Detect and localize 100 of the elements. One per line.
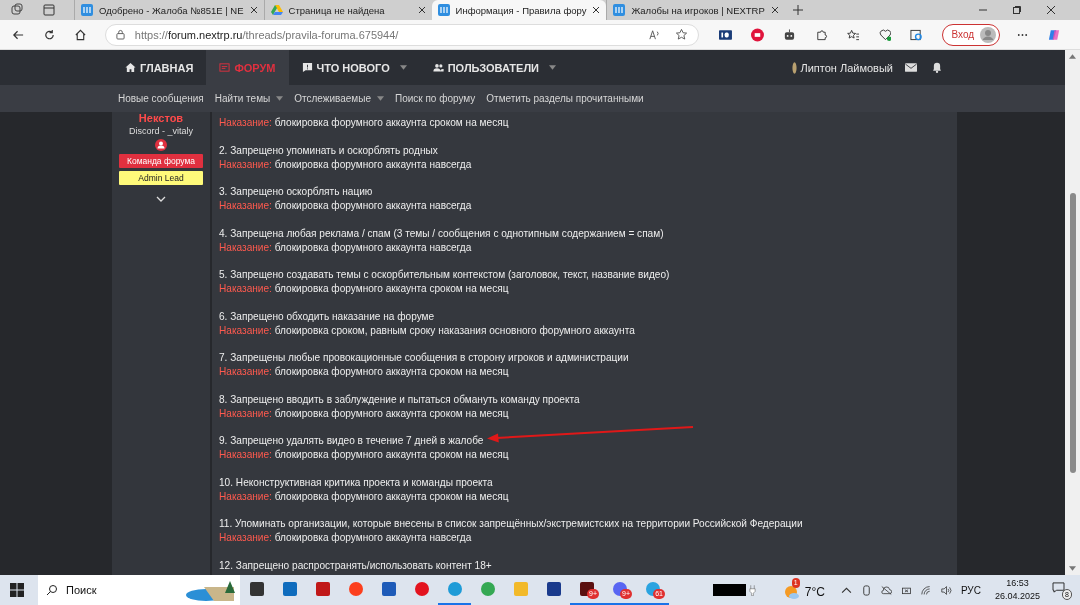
penalty-text: Наказание: блокировка сроком, равным сроку наказания основного форумного аккаунта (219, 323, 635, 338)
read-aloud-icon[interactable] (647, 28, 661, 41)
home-icon (125, 62, 136, 73)
sign-in-button[interactable]: Вход (942, 23, 1001, 46)
rule-text: 3. Запрещено оскорблять нацию (219, 185, 373, 199)
app-icon (413, 581, 430, 597)
app-icon (347, 581, 364, 597)
puzzle-icon[interactable] (814, 27, 828, 42)
tab-actions-icon[interactable] (42, 3, 56, 17)
cloud-off-icon[interactable] (880, 584, 892, 596)
app-icon (281, 581, 298, 597)
user-banner: Команда форума (119, 154, 203, 168)
rule-text: 9. Запрещено удалять видео в течение 7 дней в жалобе (219, 434, 484, 448)
sun-cloud-icon (783, 584, 800, 600)
network-icon[interactable] (900, 584, 912, 596)
address-bar[interactable]: https://forum.nextrp.ru/threads/pravila-foruma.675944/ (104, 23, 699, 46)
subnav-link[interactable]: Новые сообщения (118, 93, 204, 104)
rule-text: 6. Запрещено обходить наказание на форуме (219, 309, 435, 324)
browser-tab[interactable]: Информация - Правила фору (431, 0, 607, 20)
url-text: https://forum.nextrp.ru/threads/pravila-foruma.675944/ (134, 28, 399, 41)
app-icon (380, 581, 397, 597)
app-icon (644, 581, 661, 597)
app-icon (248, 581, 265, 597)
camera-icon[interactable] (860, 584, 872, 596)
caret-down-icon[interactable] (1069, 566, 1076, 571)
rule-text: 4. Запрещена любая реклама / спам (3 темы / сообщения с однотипным содержанием = спам) (219, 226, 664, 241)
close-icon[interactable] (770, 6, 779, 14)
start-icon[interactable] (10, 583, 24, 597)
rule-text: 12. Запрещено распространять/использовать контент 18+ (219, 558, 492, 573)
app-icon (578, 581, 595, 597)
penalty-text: Наказание: блокировка форумного аккаунта навсегда (219, 240, 472, 255)
subnav-link[interactable]: Отметить разделы прочитанными (486, 93, 644, 104)
id-extension-icon[interactable] (718, 27, 732, 42)
rule-text: 2. Запрещено упоминать и оскорблять родных (219, 143, 438, 158)
penalty-text: Наказание: блокировка форумного аккаунта сроком на месяц (219, 365, 509, 379)
close-icon[interactable] (1046, 5, 1056, 15)
app-icon (479, 581, 496, 597)
ie-mode-icon[interactable] (910, 27, 924, 42)
forum-logo-icon (613, 4, 626, 16)
reload-icon[interactable] (42, 27, 56, 42)
forum-logo-icon (437, 4, 450, 16)
adblock-icon[interactable] (750, 27, 764, 42)
nav-tab[interactable]: ПОЛЬЗОВАТЕЛИ (419, 50, 570, 85)
penalty-text: Наказание: блокировка форумного аккаунта навсегда (219, 531, 472, 545)
rule-text: 11. Упоминать организации, которые внесены в список запрещённых/экстремистских на территории Российской Федерации (219, 517, 803, 531)
lock-icon (115, 29, 125, 40)
rule-text: 5. Запрещено создавать темы с оскорбительным контекстом (заголовок, текст, название видео) (219, 268, 670, 282)
subnav-link[interactable]: Поиск по форуму (394, 93, 476, 104)
caret-up-icon[interactable] (1069, 54, 1076, 59)
clock[interactable]: 16:53 26.04.2025 (994, 577, 1040, 603)
forum-icon (219, 62, 231, 73)
chevron-up-icon[interactable] (840, 584, 852, 596)
chat-icon (1052, 582, 1065, 593)
rule-text: 10. Неконструктивная критика проекта и команды проекта (219, 475, 493, 490)
search-icon (46, 584, 58, 596)
subnav-link[interactable]: Найти темы (214, 93, 284, 104)
app-icon (446, 581, 463, 597)
health-icon[interactable] (878, 27, 892, 42)
app-icon (545, 581, 562, 597)
avatar-icon (980, 26, 997, 43)
chat-alert-icon (301, 62, 313, 73)
penalty-text: Наказание: блокировка форумного аккаунта навсегда (219, 157, 472, 172)
users-icon (432, 62, 444, 73)
language-indicator[interactable]: РУС (960, 584, 981, 596)
app-icon (314, 581, 331, 597)
avatar-icon (792, 59, 798, 76)
wifi-icon[interactable] (920, 584, 932, 596)
app-icon (512, 581, 529, 597)
drive-icon (270, 4, 283, 16)
subnav-link[interactable]: Отслеживаемые (294, 93, 384, 104)
close-icon[interactable] (592, 6, 601, 14)
nav-tab[interactable]: ГЛАВНАЯ (112, 50, 207, 85)
close-icon[interactable] (417, 6, 426, 14)
favorites-icon[interactable] (846, 27, 860, 42)
speaker-icon[interactable] (940, 584, 952, 596)
penalty-text: Наказание: блокировка форумного аккаунта сроком на месяц (219, 489, 509, 504)
user-menu[interactable]: Липтон Лаймовый (792, 59, 893, 76)
close-icon[interactable] (249, 6, 258, 14)
redacted-block (712, 584, 746, 596)
rule-text: 8. Запрещено вводить в заблуждение и пытаться обмануть команду проекта (219, 392, 580, 407)
star-icon[interactable] (674, 28, 688, 41)
user-badge-icon (155, 139, 167, 151)
new-tab-icon[interactable] (792, 5, 803, 15)
workspaces-icon[interactable] (10, 3, 24, 17)
scrollbar[interactable] (1065, 50, 1080, 575)
app-icon (611, 581, 628, 597)
rule-text: 7. Запрещены любые провокационные сообщения в сторону игроков и администрации (219, 351, 629, 365)
chevron-down-icon[interactable] (156, 196, 166, 202)
search-field[interactable]: Поиск (38, 575, 240, 605)
forum-logo-icon (81, 4, 93, 16)
mail-icon[interactable] (905, 62, 917, 73)
robot-icon[interactable] (782, 27, 796, 42)
author-name[interactable]: Некстов (138, 112, 184, 124)
bell-icon[interactable] (931, 62, 943, 73)
restore-icon[interactable] (1012, 5, 1022, 15)
home-icon[interactable] (73, 27, 87, 42)
penalty-text: Наказание: блокировка форумного аккаунта сроком на месяц (219, 406, 509, 421)
nav-tab[interactable]: ЧТО НОВОГО (288, 50, 420, 85)
plug-icon (748, 584, 756, 596)
copilot-icon[interactable] (1048, 27, 1061, 42)
